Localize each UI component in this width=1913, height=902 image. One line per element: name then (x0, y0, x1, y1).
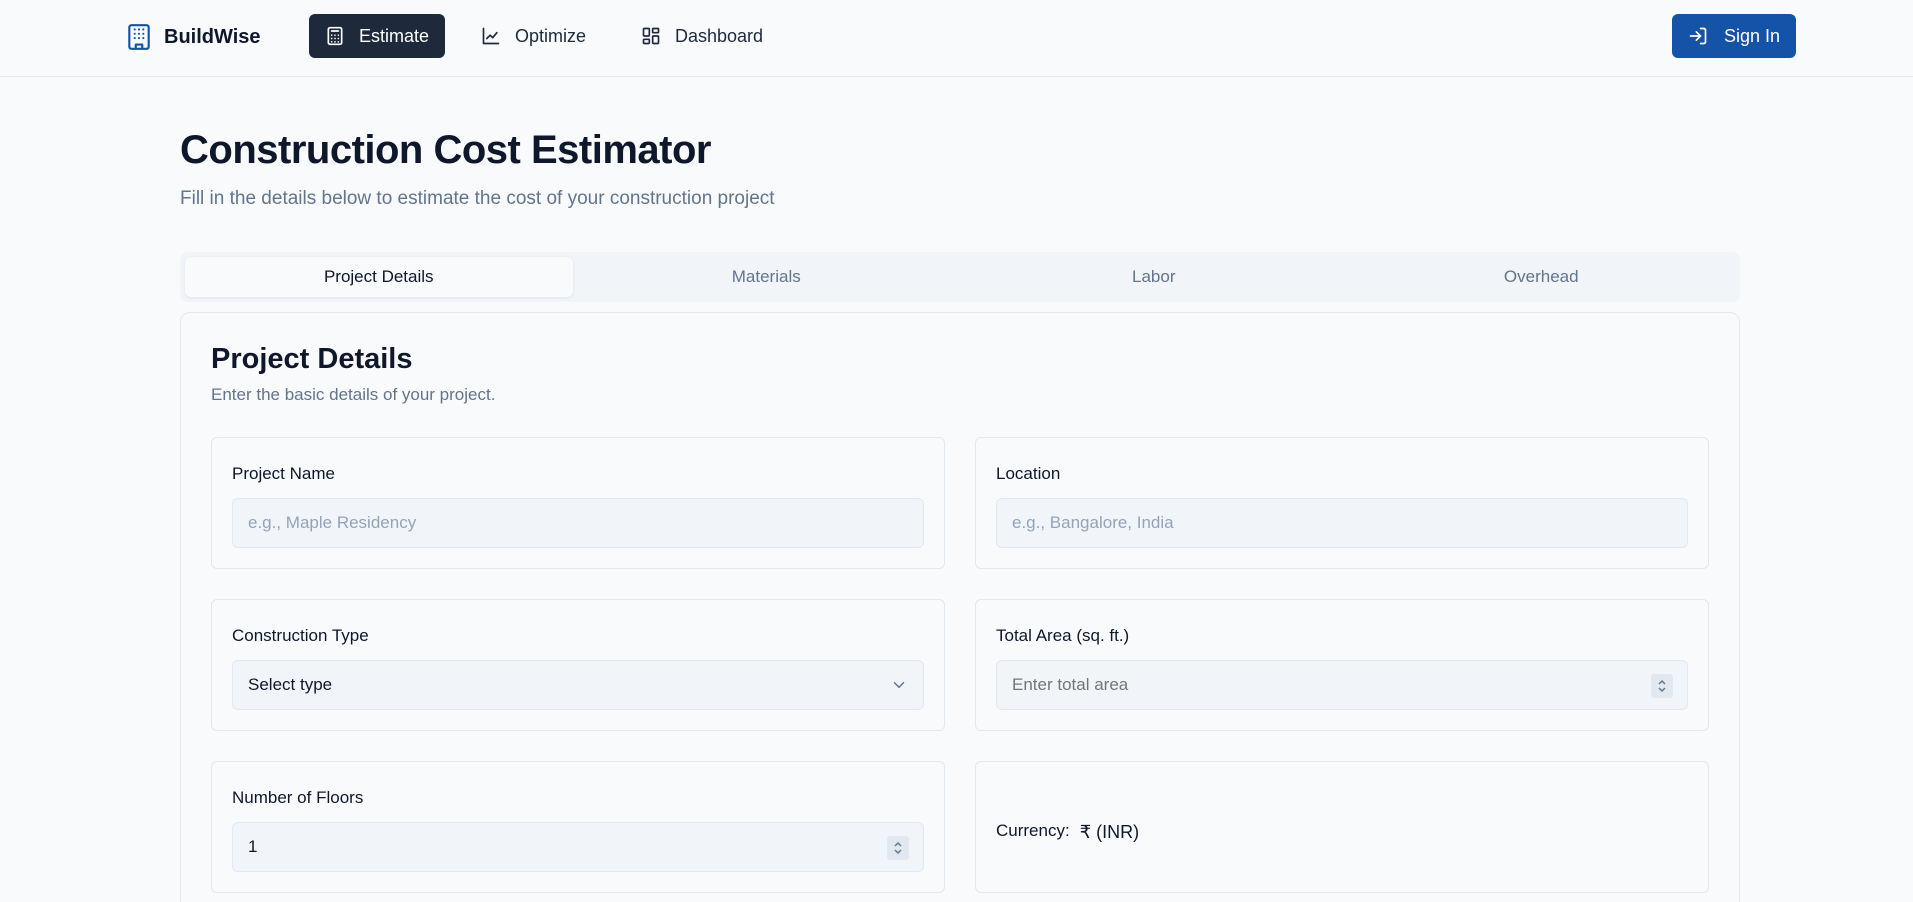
layout-dashboard-icon (642, 27, 660, 45)
chevron-down-icon (893, 682, 905, 688)
brand-logo[interactable]: BuildWise (126, 20, 261, 54)
brand-name: BuildWise (164, 25, 261, 48)
location-label: Location (996, 464, 1061, 483)
nav-optimize-label: Optimize (515, 25, 587, 46)
construction-type-label: Construction Type (232, 626, 369, 645)
chevron-up-icon (1658, 679, 1666, 685)
project-name-label: Project Name (232, 464, 335, 483)
total-area-stepper[interactable] (1651, 674, 1673, 698)
top-navbar: BuildWise Estimate Optimize Dashboard Si… (0, 0, 1913, 77)
total-area-field: Total Area (sq. ft.) (975, 599, 1709, 731)
sign-in-button[interactable]: Sign In (1672, 14, 1796, 58)
project-details-card: Project Details Enter the basic details … (180, 312, 1740, 902)
construction-type-value: Select type (248, 675, 333, 694)
location-input[interactable] (996, 498, 1688, 548)
total-area-input[interactable] (997, 661, 1687, 709)
construction-type-field: Construction Type Select type (211, 599, 945, 731)
floors-wrapper (232, 822, 924, 872)
total-area-label: Total Area (sq. ft.) (996, 626, 1130, 645)
currency-field: Currency: ₹ (INR) (975, 761, 1709, 893)
nav-estimate[interactable]: Estimate (309, 14, 445, 58)
currency-row: Currency: ₹ (INR) (996, 818, 1139, 843)
building-icon (128, 24, 150, 50)
page-title: Construction Cost Estimator (180, 128, 711, 172)
floors-input[interactable] (233, 823, 923, 871)
nav-estimate-label: Estimate (359, 25, 430, 46)
calculator-icon (327, 26, 343, 46)
tab-materials[interactable]: Materials (573, 257, 961, 297)
floors-field: Number of Floors (211, 761, 945, 893)
construction-type-select[interactable]: Select type (232, 660, 924, 710)
sign-in-label: Sign In (1723, 25, 1781, 46)
tab-overhead[interactable]: Overhead (1348, 257, 1736, 297)
log-in-icon (1689, 27, 1707, 45)
chevron-down-icon (894, 849, 902, 855)
line-chart-icon (482, 27, 500, 45)
chevron-up-icon (894, 841, 902, 847)
total-area-wrapper (996, 660, 1688, 710)
card-title: Project Details (211, 343, 413, 375)
estimator-tabs: Project Details Materials Labor Overhead (180, 252, 1740, 302)
tab-labor[interactable]: Labor (960, 257, 1348, 297)
page-subtitle: Fill in the details below to estimate th… (180, 188, 775, 209)
currency-label: Currency: (996, 820, 1070, 840)
nav-dashboard-label: Dashboard (675, 25, 764, 46)
chevron-down-icon (1658, 687, 1666, 693)
currency-value: ₹ (INR) (1079, 822, 1140, 842)
card-description: Enter the basic details of your project. (211, 385, 496, 404)
floors-label: Number of Floors (232, 788, 364, 807)
project-name-field: Project Name (211, 437, 945, 569)
tab-project-details[interactable]: Project Details (185, 257, 573, 297)
nav-optimize[interactable]: Optimize (466, 14, 606, 58)
location-field: Location (975, 437, 1709, 569)
floors-stepper[interactable] (887, 836, 909, 860)
nav-dashboard[interactable]: Dashboard (626, 14, 786, 58)
project-name-input[interactable] (232, 498, 924, 548)
